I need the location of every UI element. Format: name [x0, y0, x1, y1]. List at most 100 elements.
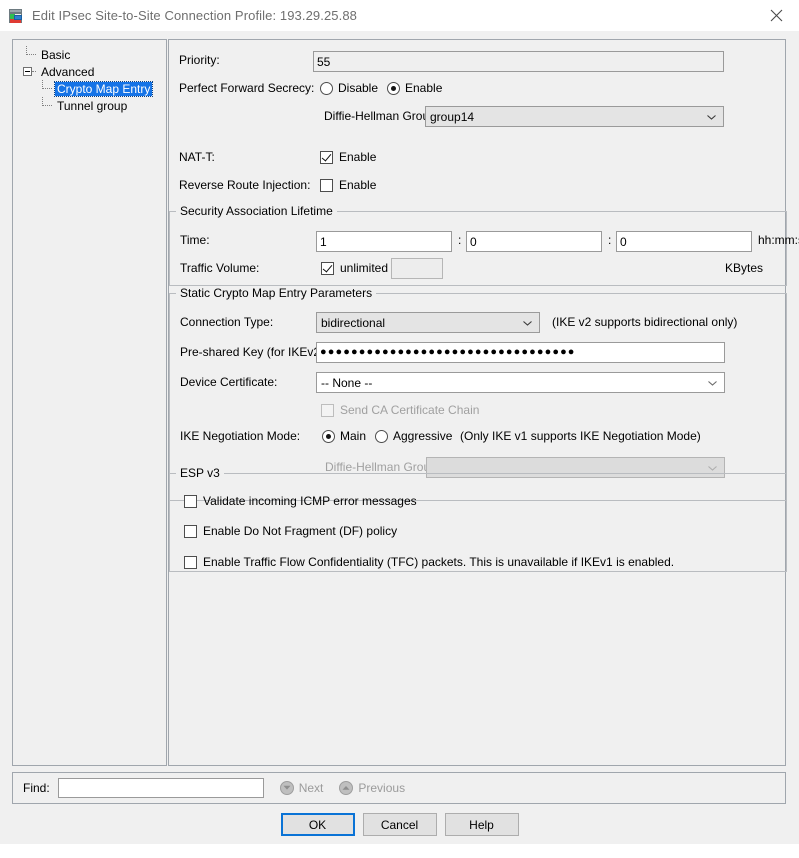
natt-enable-checkbox[interactable]: Enable — [320, 150, 376, 164]
sa-time-seconds-value: 0 — [620, 234, 627, 249]
esp-item-label: Enable Traffic Flow Confidentiality (TFC… — [203, 555, 675, 569]
navigation-tree-panel[interactable]: Basic Advanced Crypto Map Entry Tunnel g… — [12, 39, 167, 766]
sidebar-item-advanced[interactable]: Advanced — [17, 63, 166, 80]
sidebar-item-label: Advanced — [41, 64, 95, 79]
help-button[interactable]: Help — [444, 813, 519, 836]
chevron-down-icon — [708, 465, 717, 471]
rri-label-row: Reverse Route Injection: — [179, 178, 310, 192]
crypto-map-entry-form: Priority: 55 Perfect Forward Secrecy: Di… — [168, 39, 799, 766]
sa-unlimited-label: unlimited — [340, 261, 389, 275]
tree-expander-icon[interactable] — [23, 63, 39, 80]
pfs-dh-label-row: Diffie-Hellman Group: — [324, 109, 439, 123]
priority-input[interactable]: 55 — [313, 51, 724, 72]
send-ca-certificate-chain-checkbox: Send CA Certificate Chain — [321, 403, 479, 417]
pfs-label: Perfect Forward Secrecy: — [179, 81, 315, 95]
priority-label: Priority: — [179, 53, 220, 67]
device-certificate-select[interactable]: -- None -- — [316, 372, 725, 393]
rri-enable-label: Enable — [339, 178, 377, 192]
esp-item-label: Enable Do Not Fragment (DF) policy — [203, 524, 398, 538]
checkbox-icon[interactable] — [320, 150, 333, 164]
pfs-disable-radio[interactable]: Disable — [320, 81, 378, 95]
window-title: Edit IPsec Site-to-Site Connection Profi… — [32, 8, 358, 23]
sa-time-units-label: hh:mm:ss — [758, 233, 799, 247]
cancel-button[interactable]: Cancel — [362, 813, 437, 836]
sidebar-item-label: Basic — [41, 47, 71, 62]
static-crypto-map-title: Static Crypto Map Entry Parameters — [176, 286, 377, 300]
find-label: Find: — [23, 781, 50, 795]
esp-tfc-packets-checkbox[interactable]: Enable Traffic Flow Confidentiality (TFC… — [184, 555, 674, 569]
find-next-label: Next — [298, 781, 324, 795]
chevron-down-icon — [708, 380, 717, 386]
close-icon[interactable] — [753, 0, 799, 31]
pre-shared-key-input[interactable]: ●●●●●●●●●●●●●●●●●●●●●●●●●●●●●●●●● — [316, 342, 725, 363]
pfs-enable-label: Enable — [405, 81, 443, 95]
checkbox-icon — [321, 403, 334, 417]
connection-type-note-text: (IKE v2 supports bidirectional only) — [552, 315, 738, 329]
sa-time-hours-input[interactable]: 1 — [316, 231, 452, 252]
asdm-window-icon — [8, 8, 24, 24]
sa-time-label-row: Time: — [180, 233, 210, 247]
sidebar-item-basic[interactable]: Basic — [17, 46, 166, 63]
esp-df-policy-checkbox[interactable]: Enable Do Not Fragment (DF) policy — [184, 524, 397, 538]
ike-mode-main-label: Main — [340, 429, 367, 443]
device-certificate-value: -- None -- — [321, 375, 373, 390]
device-certificate-label-row: Device Certificate: — [180, 375, 277, 389]
find-input[interactable] — [57, 778, 264, 798]
esp-v3-group: ESP v3 Validate incoming ICMP error mess… — [169, 466, 787, 572]
esp-item-label: Validate incoming ICMP error messages — [203, 494, 417, 508]
checkbox-icon[interactable] — [184, 524, 197, 538]
pfs-enable-radio[interactable]: Enable — [387, 81, 442, 95]
radio-icon[interactable] — [387, 81, 400, 95]
ike-mode-main-radio[interactable]: Main — [322, 429, 366, 443]
natt-enable-label: Enable — [339, 150, 377, 164]
psk-label: Pre-shared Key (for IKEv2): — [180, 345, 328, 359]
find-previous-button[interactable]: Previous — [339, 781, 405, 795]
ike-mode-aggressive-radio[interactable]: Aggressive — [375, 429, 452, 443]
tree-connector-icon — [39, 80, 55, 97]
radio-icon[interactable] — [322, 429, 335, 443]
radio-icon[interactable] — [320, 81, 333, 95]
dialog-body: Basic Advanced Crypto Map Entry Tunnel g… — [0, 31, 799, 844]
sa-time-separator-2: : — [608, 233, 611, 247]
natt-label-row: NAT-T: — [179, 150, 215, 164]
ike-mode-note-text: (Only IKE v1 supports IKE Negotiation Mo… — [460, 429, 701, 443]
sa-time-hours-value: 1 — [320, 234, 327, 249]
checkbox-icon[interactable] — [184, 555, 197, 569]
sa-time-label: Time: — [180, 233, 210, 247]
find-next-button[interactable]: Next — [279, 781, 324, 795]
find-previous-label: Previous — [358, 781, 406, 795]
sidebar-item-crypto-map-entry[interactable]: Crypto Map Entry — [17, 80, 166, 97]
priority-value: 55 — [317, 54, 331, 69]
separator-label: : — [608, 233, 612, 247]
checkbox-icon[interactable] — [321, 261, 334, 275]
radio-icon[interactable] — [375, 429, 388, 443]
ike-dh-label: Diffie-Hellman Group: — [325, 460, 441, 474]
connection-type-select[interactable]: bidirectional — [316, 312, 540, 333]
checkbox-icon[interactable] — [184, 494, 197, 508]
esp-validate-icmp-checkbox[interactable]: Validate incoming ICMP error messages — [184, 494, 417, 508]
window-titlebar: Edit IPsec Site-to-Site Connection Profi… — [0, 0, 799, 32]
rri-enable-checkbox[interactable]: Enable — [320, 178, 376, 192]
sa-traffic-volume-input — [391, 258, 443, 279]
chevron-down-circle-icon — [279, 781, 294, 795]
sa-unlimited-checkbox[interactable]: unlimited — [321, 261, 388, 275]
sa-traffic-units-label: KBytes — [725, 261, 763, 275]
rri-label: Reverse Route Injection: — [179, 178, 311, 192]
ike-negotiation-mode-label: IKE Negotiation Mode: — [180, 429, 301, 443]
chevron-down-icon — [707, 114, 716, 120]
tree-connector-icon — [23, 46, 39, 63]
pfs-dh-label: Diffie-Hellman Group: — [324, 109, 440, 123]
ike-dh-label-row: Diffie-Hellman Group: — [325, 460, 440, 474]
checkbox-icon[interactable] — [320, 178, 333, 192]
sa-time-minutes-input[interactable]: 0 — [466, 231, 602, 252]
connection-type-label: Connection Type: — [180, 315, 274, 329]
sa-time-seconds-input[interactable]: 0 — [616, 231, 752, 252]
esp-v3-title: ESP v3 — [176, 466, 224, 480]
sidebar-item-tunnel-group[interactable]: Tunnel group — [17, 97, 166, 114]
pfs-dh-group-value: group14 — [430, 109, 475, 124]
pfs-dh-group-select[interactable]: group14 — [425, 106, 724, 127]
send-ca-certificate-chain-label: Send CA Certificate Chain — [340, 403, 480, 417]
ok-button[interactable]: OK — [280, 813, 355, 836]
chevron-up-circle-icon — [339, 781, 354, 795]
sidebar-item-label: Tunnel group — [57, 98, 128, 113]
